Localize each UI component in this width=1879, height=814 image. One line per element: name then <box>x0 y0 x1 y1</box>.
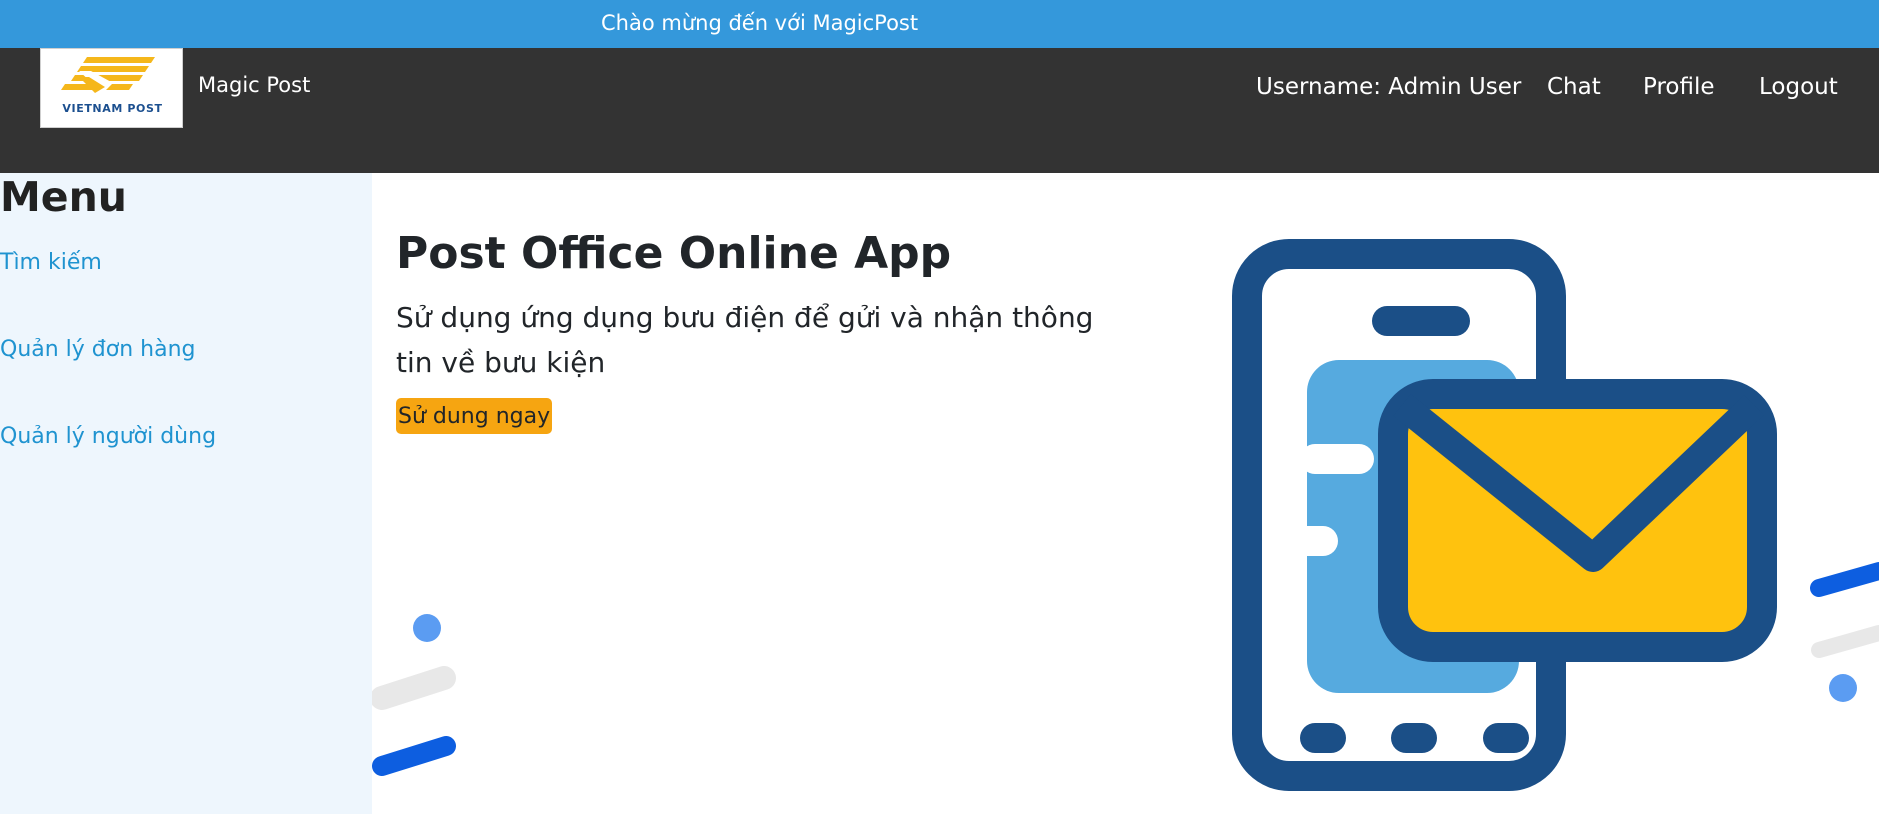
sidebar-item-order-management[interactable]: Quản lý đơn hàng <box>0 337 196 362</box>
mail-app-illustration <box>372 239 1879 791</box>
sidebar-item-search[interactable]: Tìm kiếm <box>0 250 102 275</box>
brand-name[interactable]: Magic Post <box>198 73 310 97</box>
decor-dot-right <box>1829 674 1857 702</box>
sidebar-item-user-management[interactable]: Quản lý người dùng <box>0 424 216 449</box>
welcome-bar: Chào mừng đến với MagicPost <box>0 0 1879 48</box>
nav-profile-link[interactable]: Profile <box>1643 74 1715 100</box>
menu-title: Menu <box>0 173 127 221</box>
decor-stroke-gray-right <box>1811 625 1879 658</box>
navbar: VIETNAM POST Magic Post Username: Admin … <box>0 48 1879 173</box>
decor-stroke-blue-left <box>372 736 456 776</box>
decor-stroke-blue-right <box>1810 562 1879 597</box>
envelope-icon <box>1378 379 1777 662</box>
decor-dot-left <box>413 614 441 642</box>
nav-chat-link[interactable]: Chat <box>1547 74 1601 100</box>
vietnam-post-logo[interactable]: VIETNAM POST <box>40 48 183 128</box>
sidebar: Menu Tìm kiếm Quản lý đơn hàng Quản lý n… <box>0 173 372 814</box>
decor-stroke-gray-left <box>372 666 456 710</box>
logo-caption: VIETNAM POST <box>62 102 163 115</box>
post-horn-logo-icon <box>61 57 155 93</box>
username-label: Username: Admin User <box>1256 74 1522 100</box>
welcome-text: Chào mừng đến với MagicPost <box>601 11 919 35</box>
nav-logout-link[interactable]: Logout <box>1759 74 1838 100</box>
